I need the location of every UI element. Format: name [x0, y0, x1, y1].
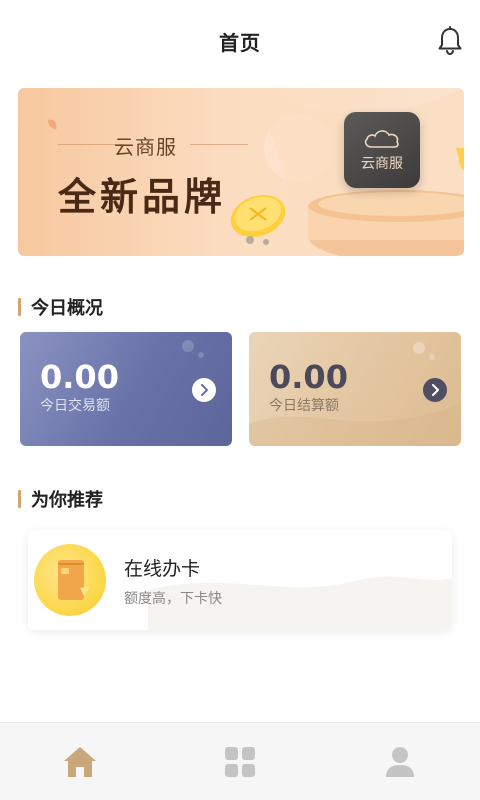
- card-bubble: [182, 340, 194, 352]
- section-accent-bar: [18, 490, 21, 508]
- rec-item-title: 在线办卡: [124, 558, 201, 580]
- online-card-application[interactable]: 在线办卡 额度高，下卡快: [28, 530, 452, 630]
- grid-icon: [225, 746, 255, 777]
- section-accent-bar: [18, 298, 21, 316]
- brand-logo: 云商服: [344, 112, 420, 188]
- today-settlement-card[interactable]: 0.00 今日结算额: [249, 332, 461, 446]
- transaction-amount: 0.00: [40, 358, 119, 396]
- rec-item-subtitle: 额度高，下卡快: [124, 591, 222, 607]
- recommend-title-text: 为你推荐: [31, 490, 103, 511]
- chevron-right-icon[interactable]: [423, 378, 447, 402]
- banner-divider-right: [190, 144, 248, 145]
- settlement-amount: 0.00: [269, 358, 348, 396]
- overview-title-text: 今日概况: [31, 298, 103, 319]
- nav-apps[interactable]: [210, 732, 270, 792]
- promo-banner[interactable]: 云商服 全新品牌 云商服: [18, 88, 464, 256]
- card-bubble: [429, 354, 435, 360]
- bell-icon[interactable]: [436, 26, 464, 56]
- page-title: 首页: [219, 30, 261, 55]
- credit-card-icon: [34, 544, 106, 616]
- nav-home[interactable]: [50, 732, 110, 792]
- settlement-label: 今日结算额: [269, 398, 339, 414]
- recommend-section-title: 为你推荐: [18, 486, 103, 512]
- top-bar: 首页: [0, 0, 480, 80]
- nav-profile[interactable]: [370, 732, 430, 792]
- chevron-right-icon[interactable]: [192, 378, 216, 402]
- overview-section-title: 今日概况: [18, 294, 103, 320]
- card-bubble: [198, 352, 204, 358]
- banner-headline: 全新品牌: [58, 175, 227, 219]
- cloud-icon: [364, 130, 399, 148]
- home-icon: [64, 746, 96, 777]
- card-bubble: [413, 342, 425, 354]
- bottom-nav: [0, 722, 480, 800]
- transaction-label: 今日交易额: [40, 398, 110, 414]
- brand-logo-text: 云商服: [361, 156, 403, 172]
- banner-tag: 云商服: [114, 135, 177, 159]
- user-icon: [386, 746, 414, 777]
- today-transaction-card[interactable]: 0.00 今日交易额: [20, 332, 232, 446]
